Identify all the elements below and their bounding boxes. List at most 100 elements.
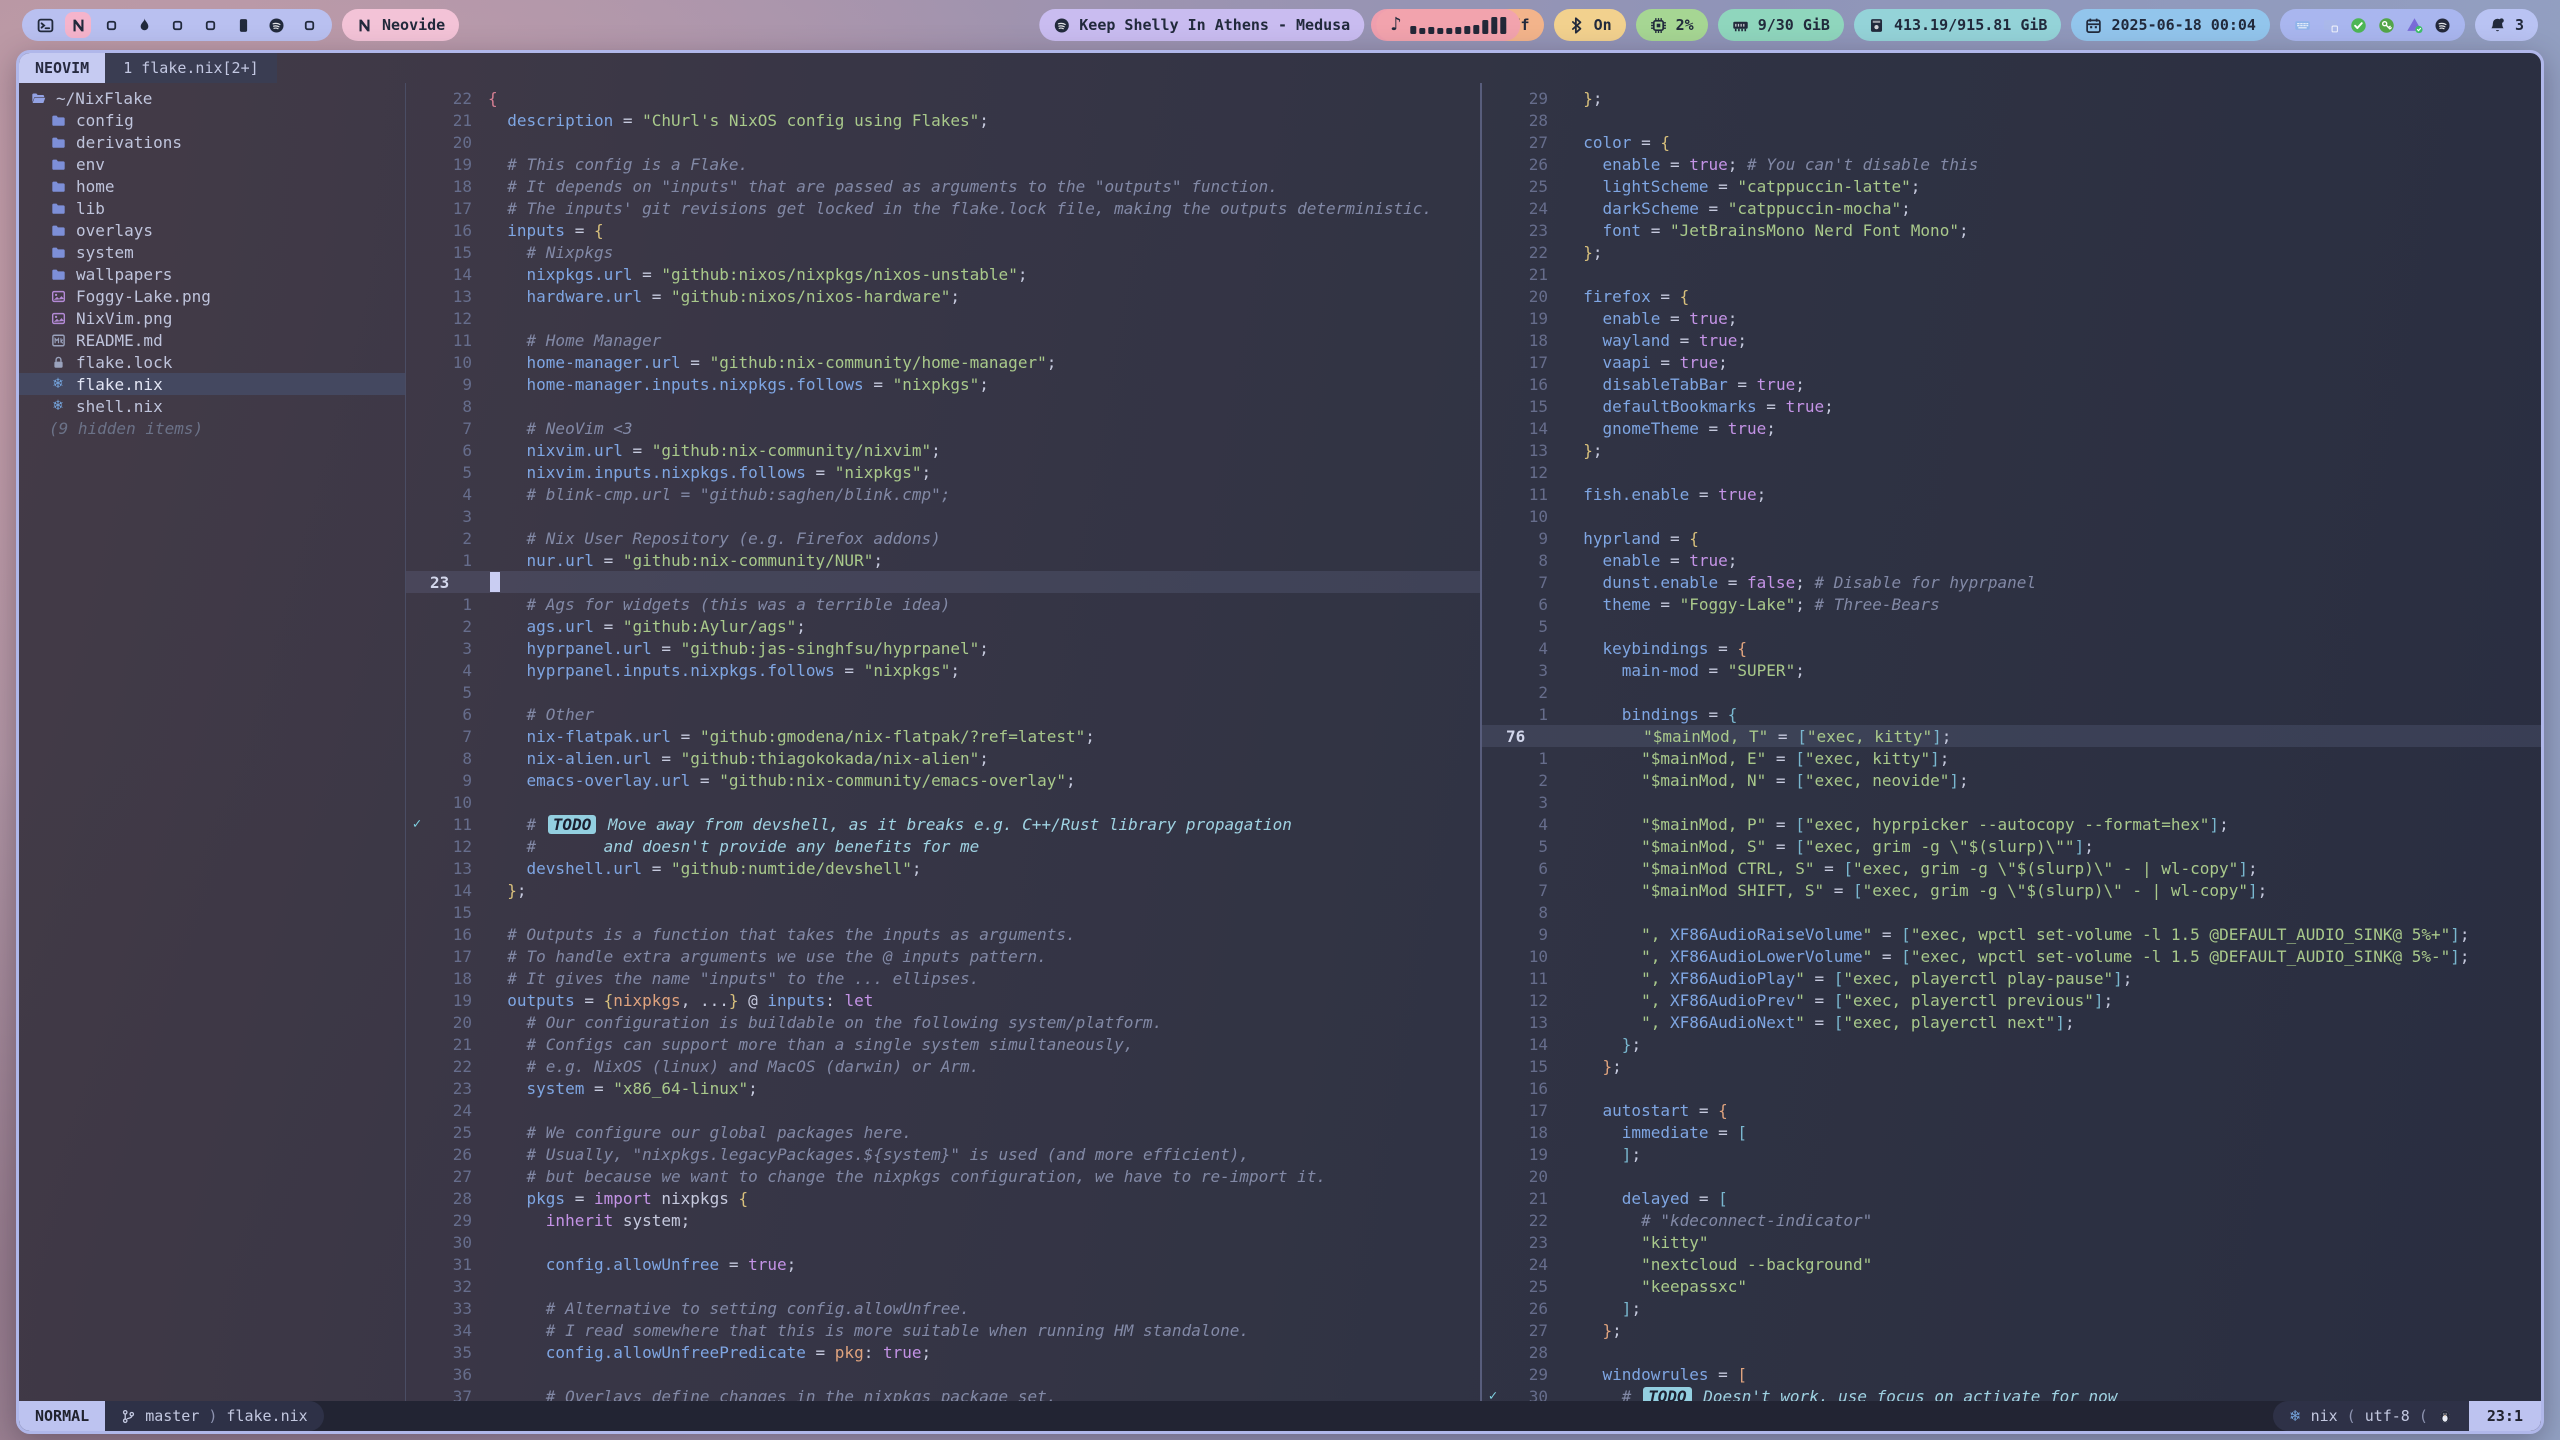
tree-item-derivations[interactable]: derivations [19, 131, 405, 153]
code-line: 9 home-manager.inputs.nixpkgs.follows = … [406, 373, 1480, 395]
nix-icon: ❄ [49, 377, 67, 391]
code-line: 21 # Configs can support more than a sin… [406, 1033, 1480, 1055]
tree-item-flake-nix[interactable]: ❄flake.nix [19, 373, 405, 395]
workspace-5-square-icon[interactable] [164, 12, 190, 38]
code-text: devshell.url = "github:numtide/devshell"… [472, 859, 922, 878]
line-number: 5 [1504, 837, 1548, 856]
editor-pane-left[interactable]: 22{21 description = "ChUrl's NixOS confi… [406, 83, 1480, 1401]
code-text: "$mainMod, N" = ["exec, neovide"]; [1548, 771, 1969, 790]
notifications-pill[interactable]: 3 [2475, 9, 2538, 41]
code-text: defaultBookmarks = true; [1548, 397, 1834, 416]
cava-bar [1420, 28, 1426, 34]
line-number: 20 [1504, 287, 1548, 306]
code-text: ]; [1548, 1145, 1641, 1164]
line-number: 23 [428, 573, 474, 592]
code-text: { [472, 89, 498, 108]
code-text: fish.enable = true; [1548, 485, 1766, 504]
tree-item-wallpapers[interactable]: wallpapers [19, 263, 405, 285]
line-number: 15 [1504, 1057, 1548, 1076]
active-app-pill[interactable]: Neovide [342, 9, 459, 41]
code-line: 27 # but because we want to change the n… [406, 1165, 1480, 1187]
code-text: hyprland = { [1548, 529, 1699, 548]
workspace-9-square-icon[interactable] [296, 12, 322, 38]
keyboard-icon[interactable] [2294, 17, 2311, 34]
line-number: 8 [428, 749, 472, 768]
topbar-center: Keep Shelly In Athens - Medusa ♪ [1039, 9, 1520, 41]
workspace-4-flame-icon[interactable] [131, 12, 157, 38]
code-line: 18 immediate = [ [1482, 1121, 2541, 1143]
code-text: lightScheme = "catppuccin-latte"; [1548, 177, 1920, 196]
line-number: 2 [428, 529, 472, 548]
tree-item-overlays[interactable]: overlays [19, 219, 405, 241]
workspace-1-terminal-icon[interactable] [32, 12, 58, 38]
editor-pane-right[interactable]: 29 };2827 color = {26 enable = true; # Y… [1480, 83, 2541, 1401]
workspace-3-square-icon[interactable] [98, 12, 124, 38]
code-line: 4 "$mainMod, P" = ["exec, hyprpicker --a… [1482, 813, 2541, 835]
line-number: 16 [428, 925, 472, 944]
memory-widget[interactable]: 9/30 GiB [1718, 9, 1844, 41]
sync-icon[interactable] [2406, 17, 2423, 34]
code-text: ]; [1548, 1299, 1641, 1318]
tree-item-foggy-lake-png[interactable]: Foggy-Lake.png [19, 285, 405, 307]
cpu-widget[interactable]: 2% [1636, 9, 1708, 41]
key-icon[interactable] [2378, 17, 2395, 34]
workspaces[interactable] [22, 9, 332, 41]
code-text: # Nix User Repository (e.g. Firefox addo… [472, 529, 941, 548]
code-text: }; [1548, 1057, 1622, 1076]
cava-bar [1447, 28, 1453, 34]
code-line: 13 hardware.url = "github:nixos/nixos-ha… [406, 285, 1480, 307]
line-number: 21 [1504, 265, 1548, 284]
disk-widget[interactable]: 413.19/915.81 GiB [1854, 9, 2062, 41]
topbar-left: Neovide [22, 9, 459, 41]
clock-widget[interactable]: 2025-06-18 00:04 [2071, 9, 2270, 41]
code-text: # We configure our global packages here. [472, 1123, 912, 1142]
line-number: 4 [1504, 815, 1548, 834]
code-line: 29 windowrules = [ [1482, 1363, 2541, 1385]
bell-icon [2489, 17, 2506, 34]
screenshot-icon[interactable] [2322, 17, 2339, 34]
tree-item-label: system [76, 243, 134, 262]
workspace-2-neovim-icon[interactable] [65, 12, 91, 38]
tree-item-readme-md[interactable]: README.md [19, 329, 405, 351]
bluetooth-widget[interactable]: On [1554, 9, 1626, 41]
code-text: # I read somewhere that this is more sui… [472, 1321, 1249, 1340]
tree-item-nixvim-png[interactable]: NixVim.png [19, 307, 405, 329]
line-number: 27 [1504, 133, 1548, 152]
line-number: 9 [1504, 529, 1548, 548]
spotify-icon[interactable] [2434, 17, 2451, 34]
line-number: 23 [428, 1079, 472, 1098]
check-circle-icon[interactable] [2350, 17, 2367, 34]
tab-flake-nix[interactable]: 1 flake.nix[2+] [105, 53, 276, 83]
code-text: # Alternative to setting config.allowUnf… [472, 1299, 970, 1318]
tree-item-lib[interactable]: lib [19, 197, 405, 219]
code-text: nix-alien.url = "github:thiagokokada/nix… [472, 749, 989, 768]
workspace-6-square-icon[interactable] [197, 12, 223, 38]
line-number: 19 [428, 155, 472, 174]
system-tray[interactable] [2280, 9, 2465, 41]
tree-item-system[interactable]: system [19, 241, 405, 263]
code-text: # Ags for widgets (this was a terrible i… [472, 595, 950, 614]
tree-item-config[interactable]: config [19, 109, 405, 131]
neovide-window: NEOVIM 1 flake.nix[2+] ~/NixFlakeconfigd… [16, 50, 2544, 1434]
code-line: ✓11 # TODO Move away from devshell, as i… [406, 813, 1480, 835]
music-player-pill[interactable]: Keep Shelly In Athens - Medusa [1039, 9, 1364, 41]
tree-item-flake-lock[interactable]: flake.lock [19, 351, 405, 373]
workspace-7-window-icon[interactable] [230, 12, 256, 38]
code-text: "keepassxc" [1548, 1277, 1747, 1296]
line-number: 34 [428, 1321, 472, 1340]
code-line: 18 # It depends on "inputs" that are pas… [406, 175, 1480, 197]
code-line: 27 color = { [1482, 131, 2541, 153]
tree-item--nixflake[interactable]: ~/NixFlake [19, 87, 405, 109]
tree-item-home[interactable]: home [19, 175, 405, 197]
tree-item-env[interactable]: env [19, 153, 405, 175]
workspace-8-spotify-icon[interactable] [263, 12, 289, 38]
code-line: 23 font = "JetBrainsMono Nerd Font Mono"… [1482, 219, 2541, 241]
tree-item-shell-nix[interactable]: ❄shell.nix [19, 395, 405, 417]
line-number: 19 [1504, 309, 1548, 328]
code-line: 16 # Outputs is a function that takes th… [406, 923, 1480, 945]
filetype-label: nix [2311, 1407, 2338, 1425]
code-text: ags.url = "github:Aylur/ags"; [472, 617, 806, 636]
folder-icon [49, 157, 67, 172]
code-line: 24 "nextcloud --background" [1482, 1253, 2541, 1275]
code-text: "$mainMod, P" = ["exec, hyprpicker --aut… [1548, 815, 2229, 834]
